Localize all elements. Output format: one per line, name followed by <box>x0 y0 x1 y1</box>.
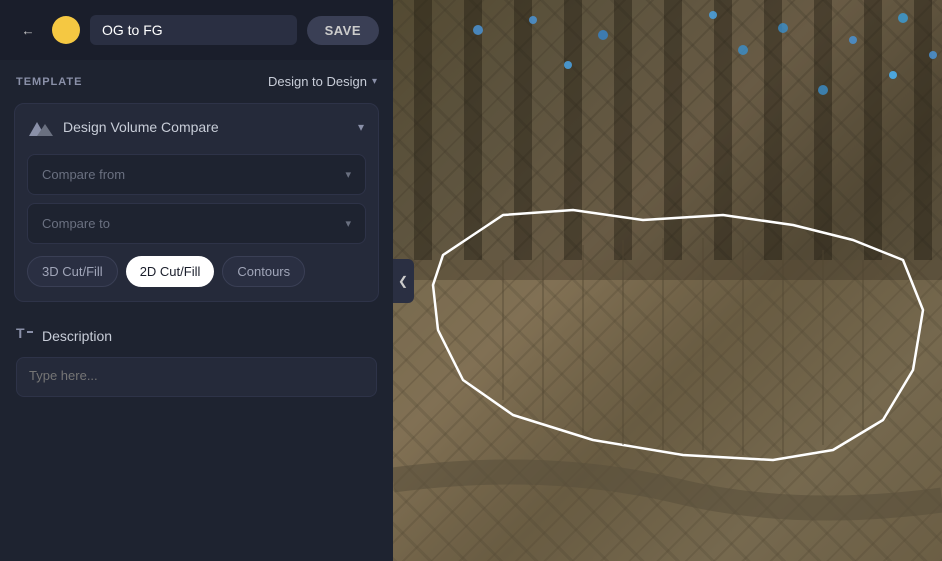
card-expand-icon[interactable]: ▾ <box>358 120 364 134</box>
svg-text:T: T <box>16 325 25 341</box>
view-buttons-group: 3D Cut/Fill 2D Cut/Fill Contours <box>15 244 378 287</box>
panel-collapse-button[interactable]: ❮ <box>393 259 414 303</box>
2d-cutfill-button[interactable]: 2D Cut/Fill <box>126 256 215 287</box>
template-chevron-icon: ▾ <box>372 76 377 87</box>
card-header: Design Volume Compare ▾ <box>15 104 378 146</box>
report-name-input[interactable] <box>90 15 297 45</box>
description-header: T Description <box>16 324 377 347</box>
map-background: ❮ <box>393 0 942 561</box>
save-button[interactable]: SAVE <box>307 16 379 45</box>
template-row: TEMPLATE Design to Design ▾ <box>0 60 393 99</box>
collapse-chevron-icon: ❮ <box>398 274 408 288</box>
template-label: TEMPLATE <box>16 76 82 88</box>
compare-from-label: Compare from <box>42 167 125 182</box>
aerial-imagery <box>393 0 942 561</box>
map-area: ❮ <box>393 0 942 561</box>
header-bar: ← SAVE <box>0 0 393 60</box>
compare-to-label: Compare to <box>42 216 110 231</box>
3d-cutfill-button[interactable]: 3D Cut/Fill <box>27 256 118 287</box>
compare-from-chevron-icon: ▾ <box>345 168 351 181</box>
description-label: Description <box>42 328 112 344</box>
description-section: T Description <box>0 314 393 402</box>
mountains-icon <box>29 118 53 136</box>
compare-to-dropdown[interactable]: Compare to ▾ <box>27 203 366 244</box>
contours-button[interactable]: Contours <box>222 256 305 287</box>
volume-compare-card: Design Volume Compare ▾ Compare from ▾ C… <box>14 103 379 302</box>
template-selected-value: Design to Design <box>268 74 367 89</box>
compare-to-chevron-icon: ▾ <box>345 217 351 230</box>
left-panel: ← SAVE TEMPLATE Design to Design ▾ Desig… <box>0 0 393 561</box>
description-input[interactable] <box>16 357 377 397</box>
text-format-icon: T <box>16 324 34 347</box>
template-dropdown[interactable]: Design to Design ▾ <box>268 74 377 89</box>
back-icon: ← <box>21 23 34 38</box>
status-indicator <box>52 16 80 44</box>
back-button[interactable]: ← <box>14 16 42 44</box>
compare-from-dropdown[interactable]: Compare from ▾ <box>27 154 366 195</box>
card-title: Design Volume Compare <box>63 119 348 135</box>
